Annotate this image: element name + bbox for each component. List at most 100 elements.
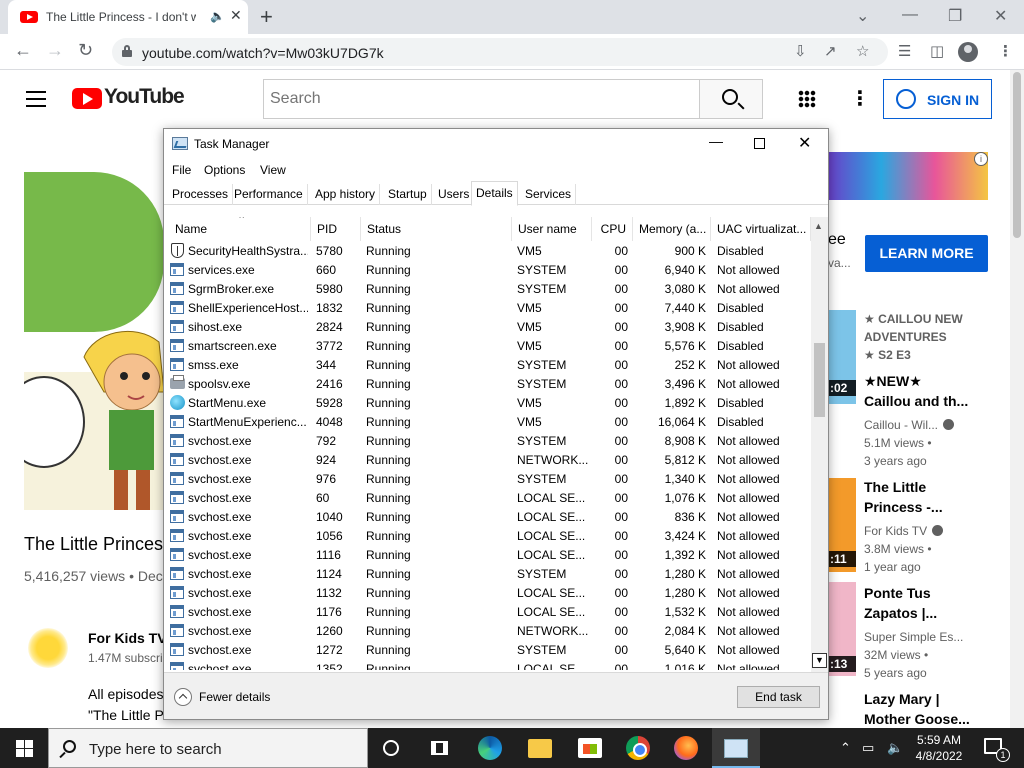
process-row[interactable]: svchost.exe 1056 Running LOCAL SE... 00 3,424… xyxy=(164,527,810,546)
tab-processes[interactable]: Processes xyxy=(168,184,234,205)
ad-info-icon[interactable]: i xyxy=(974,152,988,166)
column-status[interactable]: Status xyxy=(361,217,512,241)
video-player[interactable] xyxy=(24,152,164,510)
process-row[interactable]: sihost.exe 2824 Running VM5 00 3,908 K Disable… xyxy=(164,318,810,337)
browser-tab-youtube[interactable]: The Little Princess - I don't w 🔈 ✕ xyxy=(8,0,248,34)
clock-time[interactable]: 5:59 AM xyxy=(914,733,964,747)
task-manager-titlebar[interactable]: Task Manager — ✕ xyxy=(164,129,828,159)
recommendation-title[interactable]: ★NEW★ xyxy=(864,373,922,390)
details-scrollbar-thumb[interactable] xyxy=(814,343,825,417)
windows-start-icon[interactable] xyxy=(16,740,33,757)
recommendation-title-line2[interactable]: Zapatos |... xyxy=(864,605,937,621)
clock-date[interactable]: 4/8/2022 xyxy=(912,749,966,763)
process-row[interactable]: StartMenu.exe 5928 Running VM5 00 1,892 K Disa… xyxy=(164,394,810,413)
process-row[interactable]: smartscreen.exe 3772 Running VM5 00 5,576 K Di… xyxy=(164,337,810,356)
task-view-icon[interactable] xyxy=(431,741,448,755)
channel-avatar[interactable] xyxy=(28,628,68,668)
volume-icon[interactable]: 🔈 xyxy=(887,740,903,756)
tab-performance[interactable]: Performance xyxy=(230,184,308,205)
tab-services[interactable]: Services xyxy=(521,184,577,205)
tm-close-button[interactable]: ✕ xyxy=(798,133,811,153)
settings-kebab-icon[interactable]: ⋮ xyxy=(850,86,870,111)
microsoft-store-icon[interactable] xyxy=(578,738,602,758)
tm-maximize-button[interactable] xyxy=(754,138,765,149)
cortana-icon[interactable] xyxy=(383,740,399,756)
process-row[interactable]: ShellExperienceHost.... 1832 Running VM5 00 7… xyxy=(164,299,810,318)
youtube-search-input[interactable] xyxy=(263,79,700,119)
tab-app-history[interactable]: App history xyxy=(311,184,381,205)
hamburger-menu-icon[interactable] xyxy=(26,91,46,107)
process-row[interactable]: SgrmBroker.exe 5980 Running SYSTEM 00 3,080 K… xyxy=(164,280,810,299)
process-row[interactable]: svchost.exe 1260 Running NETWORK... 00 2,084 … xyxy=(164,622,810,641)
speaker-icon[interactable]: 🔈 xyxy=(210,9,225,23)
menu-options[interactable]: Options xyxy=(204,163,245,177)
chevron-up-circle-icon[interactable] xyxy=(174,688,192,706)
process-row[interactable]: svchost.exe 1176 Running LOCAL SE... 00 1,532… xyxy=(164,603,810,622)
tray-chevron-up-icon[interactable]: ⌃ xyxy=(840,740,851,756)
recommendation-title[interactable]: The Little xyxy=(864,479,926,495)
process-row[interactable]: SecurityHealthSystra... 5780 Running VM5 00 9… xyxy=(164,242,810,261)
youtube-logo-icon[interactable] xyxy=(72,88,102,109)
youtube-logo-text[interactable]: YouTube xyxy=(104,85,185,109)
recommendation-title[interactable]: Ponte Tus xyxy=(864,585,931,601)
media-queue-icon[interactable]: ☰ xyxy=(898,42,911,60)
process-row[interactable]: services.exe 660 Running SYSTEM 00 6,940 K Not… xyxy=(164,261,810,280)
column-cpu[interactable]: CPU xyxy=(592,217,633,241)
network-icon[interactable]: ▭ xyxy=(862,740,874,756)
details-scrollbar[interactable]: ▲ ▼ xyxy=(811,217,828,672)
process-row[interactable]: svchost.exe 1040 Running LOCAL SE... 00 836 K… xyxy=(164,508,810,527)
process-row[interactable]: svchost.exe 1272 Running SYSTEM 00 5,640 K Not… xyxy=(164,641,810,660)
menu-file[interactable]: File xyxy=(172,163,191,177)
ad-banner-image[interactable] xyxy=(828,152,988,200)
process-row[interactable]: svchost.exe 1116 Running LOCAL SE... 00 1,392… xyxy=(164,546,810,565)
profile-avatar-icon[interactable] xyxy=(958,42,978,62)
process-row[interactable]: StartMenuExperienc... 4048 Running VM5 00 16,… xyxy=(164,413,810,432)
bookmark-star-icon[interactable]: ☆ xyxy=(856,42,869,60)
firefox-icon[interactable] xyxy=(674,736,698,760)
window-restore-button[interactable]: ❐ xyxy=(948,6,962,26)
scroll-up-arrow-icon[interactable]: ▲ xyxy=(814,221,823,231)
column-user-name[interactable]: User name xyxy=(512,217,592,241)
recommendation-title-line2[interactable]: Princess -... xyxy=(864,499,943,515)
lock-icon[interactable] xyxy=(122,45,132,57)
file-explorer-icon[interactable] xyxy=(528,739,552,758)
sign-in-button[interactable]: SIGN IN xyxy=(883,79,992,119)
side-panel-icon[interactable]: ◫ xyxy=(930,42,944,60)
learn-more-button[interactable]: LEARN MORE xyxy=(865,235,988,272)
scroll-down-arrow-icon[interactable]: ▼ xyxy=(812,653,827,668)
task-manager-taskbar-icon[interactable] xyxy=(724,739,748,758)
process-row[interactable]: svchost.exe 924 Running NETWORK... 00 5,812 K… xyxy=(164,451,810,470)
process-row[interactable]: svchost.exe 792 Running SYSTEM 00 8,908 K Not … xyxy=(164,432,810,451)
share-icon[interactable]: ↗ xyxy=(824,42,837,60)
address-bar[interactable]: youtube.com/watch?v=Mw03kU7DG7k ⇩ ↗ ☆ xyxy=(112,38,888,66)
window-minimize-button[interactable]: — xyxy=(902,6,918,24)
page-scrollbar[interactable] xyxy=(1010,70,1024,728)
column-name[interactable]: ˄ Name xyxy=(169,217,311,241)
page-scrollbar-thumb[interactable] xyxy=(1013,72,1021,238)
recommendation-title-line2[interactable]: Caillou and th... xyxy=(864,393,968,409)
new-tab-button[interactable]: + xyxy=(260,4,273,30)
process-row[interactable]: svchost.exe 976 Running SYSTEM 00 1,340 K Not … xyxy=(164,470,810,489)
process-row[interactable]: svchost.exe 60 Running LOCAL SE... 00 1,076 K… xyxy=(164,489,810,508)
recommendation-title-line2[interactable]: Mother Goose... xyxy=(864,711,970,727)
tm-minimize-button[interactable]: — xyxy=(709,133,723,149)
taskbar-search-box[interactable]: Type here to search xyxy=(48,728,368,768)
channel-name[interactable]: For Kids TV xyxy=(88,630,167,646)
menu-view[interactable]: View xyxy=(260,163,286,177)
apps-grid-icon[interactable] xyxy=(798,90,816,108)
forward-arrow-icon[interactable]: → xyxy=(46,40,64,61)
back-arrow-icon[interactable]: ← xyxy=(14,40,32,61)
edge-icon[interactable] xyxy=(478,736,502,760)
url-text[interactable]: youtube.com/watch?v=Mw03kU7DG7k xyxy=(142,45,384,61)
fewer-details-link[interactable]: Fewer details xyxy=(199,690,270,704)
process-row[interactable]: svchost.exe 1124 Running SYSTEM 00 1,280 K Not… xyxy=(164,565,810,584)
end-task-button[interactable]: End task xyxy=(737,686,820,708)
recommendation-title[interactable]: Lazy Mary | xyxy=(864,691,940,707)
process-row[interactable]: svchost.exe 1132 Running LOCAL SE... 00 1,280… xyxy=(164,584,810,603)
window-close-button[interactable]: ✕ xyxy=(994,6,1007,26)
tab-startup[interactable]: Startup xyxy=(384,184,432,205)
process-row[interactable]: svchost.exe 1352 Running LOCAL SE... 00 1,016… xyxy=(164,660,810,670)
process-row[interactable]: smss.exe 344 Running SYSTEM 00 252 K Not allow… xyxy=(164,356,810,375)
process-row[interactable]: spoolsv.exe 2416 Running SYSTEM 00 3,496 K Not… xyxy=(164,375,810,394)
tab-close-icon[interactable]: ✕ xyxy=(230,7,242,24)
